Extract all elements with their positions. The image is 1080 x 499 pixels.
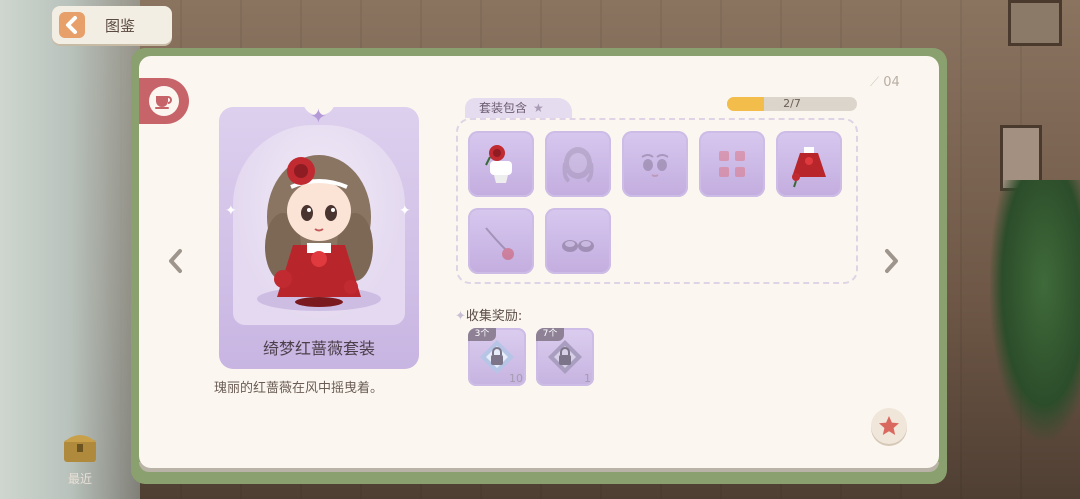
hairstyle-icon — [562, 147, 594, 183]
reward-count: 10 — [509, 372, 523, 385]
back-button[interactable]: 图鉴 — [52, 6, 172, 44]
reward-item-1[interactable]: 3个 10 — [468, 328, 526, 386]
page-title: 图鉴 — [105, 16, 136, 35]
set-contents-label-text: 套装包含 — [479, 101, 528, 115]
character-avatar — [265, 155, 373, 307]
chevron-left-icon[interactable] — [167, 248, 183, 274]
sparkle-icon: ✦ — [225, 203, 237, 219]
dress-icon — [792, 147, 826, 188]
collection-progress-text: 2/7 — [783, 97, 801, 110]
locked-diamond-icon — [480, 340, 514, 374]
teacup-icon — [149, 86, 179, 116]
recent-button[interactable]: 最近 — [53, 418, 107, 488]
collection-reward-label-text: 收集奖励: — [465, 309, 523, 324]
set-item-earrings[interactable] — [699, 131, 765, 197]
set-item-dress[interactable] — [776, 131, 842, 197]
prev-outfit-button[interactable] — [165, 246, 185, 276]
set-item-handheld-rose[interactable] — [468, 208, 534, 274]
treasure-chest-icon — [64, 435, 96, 462]
favorite-button[interactable] — [871, 408, 907, 444]
sparkle-icon: ✦ — [455, 309, 466, 324]
set-item-hair-accessory[interactable] — [468, 131, 534, 197]
locked-gem-icon — [548, 340, 582, 374]
next-outfit-button[interactable] — [882, 246, 902, 276]
recent-label: 最近 — [67, 472, 92, 486]
outfit-portrait-card: ✦ ✦ ✦ 绮梦红蔷薇套装 — [219, 107, 419, 369]
page-number: ⟋ 04 — [870, 75, 900, 90]
face-makeup-icon — [641, 154, 669, 177]
set-item-shoes[interactable] — [545, 208, 611, 274]
handheld-rose-icon — [485, 227, 514, 260]
back-arrow-icon[interactable] — [55, 8, 89, 42]
background-picture-frame — [1008, 0, 1062, 46]
sparkle-icon: ✦ — [399, 203, 411, 219]
chevron-right-icon[interactable] — [884, 248, 900, 274]
outfit-description: 瑰丽的红蔷薇在风中摇曳着。 — [214, 381, 384, 396]
collection-reward-label: ✦收集奖励: — [455, 305, 522, 324]
hair-accessory-icon — [485, 145, 512, 183]
earrings-icon — [719, 151, 745, 177]
reward-count: 1 — [584, 372, 591, 385]
set-contents-label: 套装包含 ★ — [465, 98, 572, 118]
set-item-hairstyle[interactable] — [545, 131, 611, 197]
page-number-text: 04 — [883, 75, 900, 90]
star-icon — [879, 416, 899, 435]
shoes-icon — [562, 240, 594, 252]
sparkle-icon: ✦ — [310, 107, 327, 128]
reward-item-2[interactable]: 7个 1 — [536, 328, 594, 386]
background-plant — [990, 180, 1080, 440]
category-tab-teacup[interactable] — [139, 78, 189, 124]
outfit-name: 绮梦红蔷薇套装 — [262, 339, 375, 358]
star-icon: ★ — [533, 101, 544, 115]
set-item-face-makeup[interactable] — [622, 131, 688, 197]
